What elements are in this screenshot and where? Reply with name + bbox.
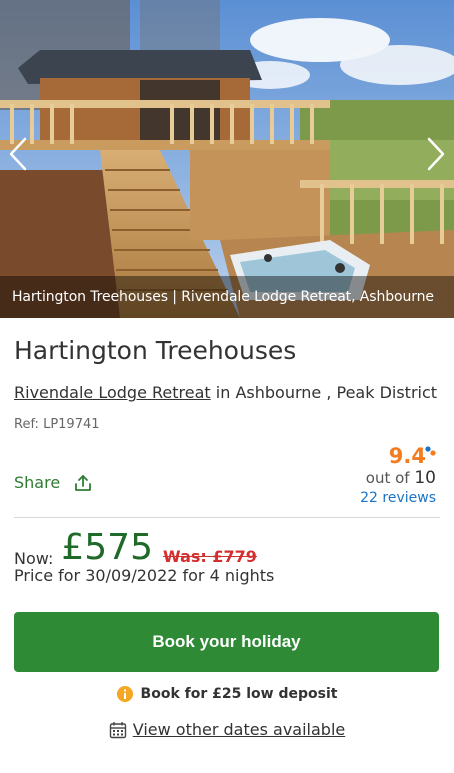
hero-gallery[interactable]: Hartington Treehouses | Rivendale Lodge …: [0, 0, 454, 318]
gallery-next-button[interactable]: [418, 128, 454, 180]
hero-photo: [0, 0, 454, 318]
rating-score: 9.4: [388, 444, 426, 468]
rating-out-of: out of 10: [296, 468, 436, 488]
deposit-info: Book for £25 low deposit: [0, 686, 454, 702]
calendar-icon: [109, 721, 126, 738]
gallery-prev-button[interactable]: [0, 128, 36, 180]
chevron-right-icon: [427, 137, 445, 171]
hero-caption-bar: Hartington Treehouses | Rivendale Lodge …: [0, 276, 454, 318]
book-holiday-button[interactable]: Book your holiday: [14, 612, 439, 672]
location-text: in Ashbourne , Peak District: [210, 383, 438, 402]
was-price: Was: £779: [162, 547, 257, 566]
price-note: Price for 30/09/2022 for 4 nights: [14, 566, 275, 585]
share-button[interactable]: Share: [14, 473, 92, 492]
other-dates-link[interactable]: View other dates available: [0, 720, 454, 739]
chevron-left-icon: [9, 137, 27, 171]
rating-block: 9.4 out of 10 22 reviews: [296, 444, 436, 506]
listing-ref: Ref: LP19741: [14, 417, 100, 432]
rating-out-of-prefix: out of: [365, 469, 415, 487]
price-row: Now: £575 Was: £779: [14, 526, 257, 570]
other-dates-text: View other dates available: [132, 720, 346, 739]
hero-caption: Hartington Treehouses | Rivendale Lodge …: [12, 289, 434, 305]
listing-location: Rivendale Lodge Retreat in Ashbourne , P…: [14, 383, 437, 402]
divider: [14, 517, 440, 518]
reviews-link[interactable]: 22 reviews: [296, 490, 436, 506]
location-link[interactable]: Rivendale Lodge Retreat: [14, 383, 211, 402]
current-price: £575: [61, 527, 153, 568]
book-holiday-label: Book your holiday: [152, 632, 301, 651]
deposit-text: Book for £25 low deposit: [140, 686, 338, 702]
info-icon: [116, 686, 133, 702]
rating-score-wrap: 9.4: [389, 444, 436, 468]
share-icon: [75, 474, 92, 491]
rating-dots-icon: [425, 446, 436, 456]
share-label: Share: [14, 473, 61, 492]
listing-title: Hartington Treehouses: [14, 336, 297, 365]
rating-out-of-value: 10: [414, 468, 436, 488]
